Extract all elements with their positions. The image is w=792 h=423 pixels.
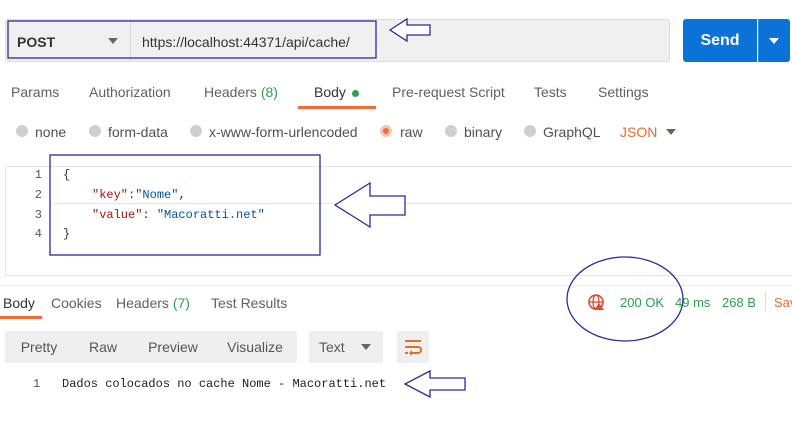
arrow-left-icon [403, 369, 466, 399]
highlight-box [49, 154, 321, 256]
arrow-left-icon [333, 181, 406, 229]
highlight-box [7, 20, 377, 59]
highlight-ellipse [566, 256, 684, 342]
arrow-left-icon [388, 17, 431, 43]
annotation-overlay [7, 17, 684, 399]
